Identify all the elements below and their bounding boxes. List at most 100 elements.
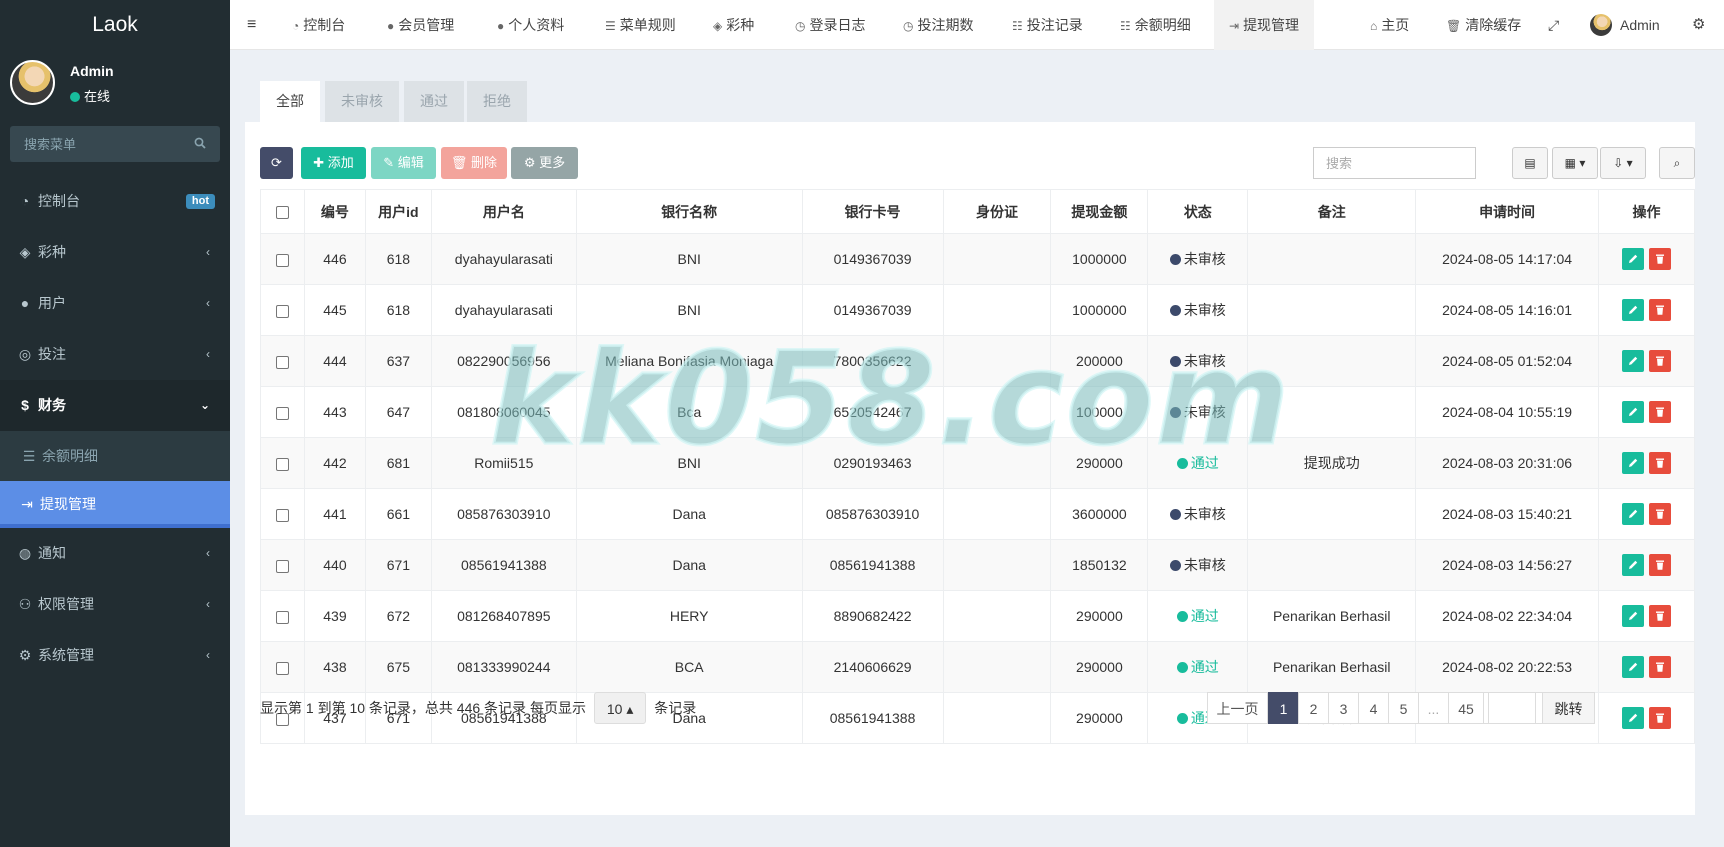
- toggle-view-button[interactable]: ▤: [1512, 147, 1548, 179]
- tab-profile[interactable]: ● 个人资料: [497, 0, 564, 50]
- filter-tab-approved[interactable]: 通过: [404, 81, 464, 122]
- tab-login-log[interactable]: ◷ 登录日志: [795, 0, 865, 50]
- row-edit-button[interactable]: [1621, 350, 1644, 372]
- page-1[interactable]: 1: [1268, 692, 1299, 724]
- fullscreen-icon[interactable]: ⤢: [1548, 0, 1559, 50]
- page-jump-button[interactable]: 跳转: [1542, 692, 1595, 724]
- columns-button[interactable]: ▦ ▾: [1552, 147, 1598, 179]
- tab-lottery[interactable]: ◈ 彩种: [713, 0, 754, 50]
- row-edit-button[interactable]: [1621, 452, 1644, 474]
- row-edit-button[interactable]: [1621, 248, 1644, 270]
- sidebar-item-withdraw[interactable]: ⇥ 提现管理: [0, 481, 230, 528]
- tab-bet-periods[interactable]: ◷ 投注期数: [903, 0, 973, 50]
- clear-cache-button[interactable]: 🗑 清除缓存: [1446, 0, 1521, 50]
- select-all-checkbox[interactable]: [275, 206, 289, 220]
- menu-toggle-icon[interactable]: ≡: [247, 0, 256, 50]
- col-bank-card[interactable]: 银行卡号: [801, 189, 944, 234]
- table-row[interactable]: 442 681 Romii515 BNI 0290193463 290000 通过 提现成功 2…: [260, 437, 1696, 489]
- sidebar-item-notice[interactable]: ◍ 通知 ‹: [0, 528, 230, 579]
- page-2[interactable]: 2: [1298, 692, 1329, 724]
- sidebar-item-bet[interactable]: ◎ 投注 ‹: [0, 329, 230, 380]
- table-row[interactable]: 445 618 dyahayularasati BNI 0149367039 100000…: [260, 284, 1696, 336]
- col-username[interactable]: 用户名: [430, 189, 577, 234]
- sidebar-item-dashboard[interactable]: ◔ 控制台 hot: [0, 176, 230, 227]
- row-delete-button[interactable]: [1649, 299, 1672, 321]
- prev-page-button[interactable]: 上一页: [1207, 692, 1268, 724]
- page-jump-input[interactable]: [1488, 692, 1536, 724]
- more-button[interactable]: ⚙ 更多: [511, 147, 578, 179]
- col-amount[interactable]: 提现金额: [1050, 189, 1149, 234]
- admin-menu[interactable]: Admin: [1590, 0, 1660, 50]
- filter-tab-pending[interactable]: 未审核: [325, 81, 399, 122]
- row-delete-button[interactable]: [1649, 350, 1672, 372]
- table-row[interactable]: 440 671 08561941388 Dana 08561941388 1850132 未…: [260, 539, 1696, 591]
- delete-button[interactable]: 🗑 删除: [441, 147, 507, 179]
- sidebar-item-finance[interactable]: $ 财务 ⌄: [0, 380, 230, 431]
- tab-members[interactable]: ● 会员管理: [387, 0, 454, 50]
- col-id[interactable]: 编号: [303, 189, 366, 234]
- row-delete-button[interactable]: [1649, 503, 1672, 525]
- row-checkbox[interactable]: [275, 304, 289, 318]
- row-delete-button[interactable]: [1649, 248, 1672, 270]
- row-delete-button[interactable]: [1649, 554, 1672, 576]
- row-delete-button[interactable]: [1649, 656, 1672, 678]
- row-edit-button[interactable]: [1621, 554, 1644, 576]
- table-row[interactable]: 441 661 085876303910 Dana 085876303910 360000…: [260, 488, 1696, 540]
- sidebar-item-system[interactable]: ⚙ 系统管理 ‹: [0, 630, 230, 681]
- col-status[interactable]: 状态: [1147, 189, 1249, 234]
- row-edit-button[interactable]: [1621, 605, 1644, 627]
- col-user-id[interactable]: 用户id: [364, 189, 432, 234]
- page-5[interactable]: 5: [1388, 692, 1419, 724]
- export-button[interactable]: ⇩ ▾: [1600, 147, 1646, 179]
- table-row[interactable]: 444 637 082290056956 Meliana Bonifasia Moni…: [260, 335, 1696, 387]
- advanced-search-button[interactable]: ⌕: [1659, 147, 1695, 179]
- row-delete-button[interactable]: [1649, 707, 1672, 729]
- row-checkbox[interactable]: [275, 253, 289, 267]
- edit-button[interactable]: ✎ 编辑: [371, 147, 436, 179]
- table-search-input[interactable]: [1313, 147, 1476, 179]
- col-bank-name[interactable]: 银行名称: [575, 189, 803, 234]
- row-checkbox[interactable]: [275, 610, 289, 624]
- sidebar-item-balance-detail[interactable]: ☰ 余额明细: [0, 431, 230, 481]
- row-checkbox[interactable]: [275, 457, 289, 471]
- filter-tab-all[interactable]: 全部: [260, 81, 320, 122]
- row-edit-button[interactable]: [1621, 707, 1644, 729]
- row-checkbox[interactable]: [275, 508, 289, 522]
- page-4[interactable]: 4: [1358, 692, 1389, 724]
- tab-balance-detail[interactable]: ☷ 余额明细: [1120, 0, 1191, 50]
- app-logo[interactable]: Laok: [0, 0, 230, 50]
- row-delete-button[interactable]: [1649, 605, 1672, 627]
- row-checkbox[interactable]: [275, 355, 289, 369]
- settings-gear-icon[interactable]: ⚙: [1692, 0, 1705, 50]
- filter-tab-rejected[interactable]: 拒绝: [467, 81, 527, 122]
- table-row[interactable]: 438 675 081333990244 BCA 2140606629 290000 通过 P…: [260, 641, 1696, 693]
- home-link[interactable]: ⌂ 主页: [1370, 0, 1409, 50]
- row-delete-button[interactable]: [1649, 401, 1672, 423]
- tab-menu-rules[interactable]: ☰ 菜单规则: [605, 0, 676, 50]
- row-edit-button[interactable]: [1621, 503, 1644, 525]
- row-edit-button[interactable]: [1621, 299, 1644, 321]
- tab-bet-records[interactable]: ☷ 投注记录: [1012, 0, 1083, 50]
- tab-dashboard[interactable]: ◔ 控制台: [292, 0, 345, 50]
- table-row[interactable]: 446 618 dyahayularasati BNI 0149367039 100000…: [260, 233, 1696, 285]
- menu-search-input[interactable]: [10, 126, 220, 162]
- table-row[interactable]: 439 672 081268407895 HERY 8890682422 290000 通过…: [260, 590, 1696, 642]
- row-checkbox[interactable]: [275, 661, 289, 675]
- page-45[interactable]: 45: [1448, 692, 1484, 724]
- refresh-button[interactable]: ⟳: [260, 147, 293, 179]
- row-checkbox[interactable]: [275, 406, 289, 420]
- sidebar-item-lottery[interactable]: ◈ 彩种 ‹: [0, 227, 230, 278]
- col-apply-time[interactable]: 申请时间: [1415, 189, 1599, 234]
- search-icon[interactable]: [194, 137, 206, 149]
- page-size-select[interactable]: 10 ▴: [593, 692, 647, 724]
- row-checkbox[interactable]: [275, 559, 289, 573]
- sidebar-item-permission[interactable]: ⚇ 权限管理 ‹: [0, 579, 230, 630]
- sidebar-item-user[interactable]: ● 用户 ‹: [0, 278, 230, 329]
- col-id-card[interactable]: 身份证: [942, 189, 1052, 234]
- add-button[interactable]: ✚ 添加: [301, 147, 366, 179]
- row-edit-button[interactable]: [1621, 656, 1644, 678]
- page-3[interactable]: 3: [1328, 692, 1359, 724]
- table-row[interactable]: 443 647 081808060045 Bca 6520542467 100000 未审核…: [260, 386, 1696, 438]
- tab-withdraw[interactable]: ⇥ 提现管理: [1214, 0, 1315, 50]
- col-remark[interactable]: 备注: [1247, 189, 1417, 234]
